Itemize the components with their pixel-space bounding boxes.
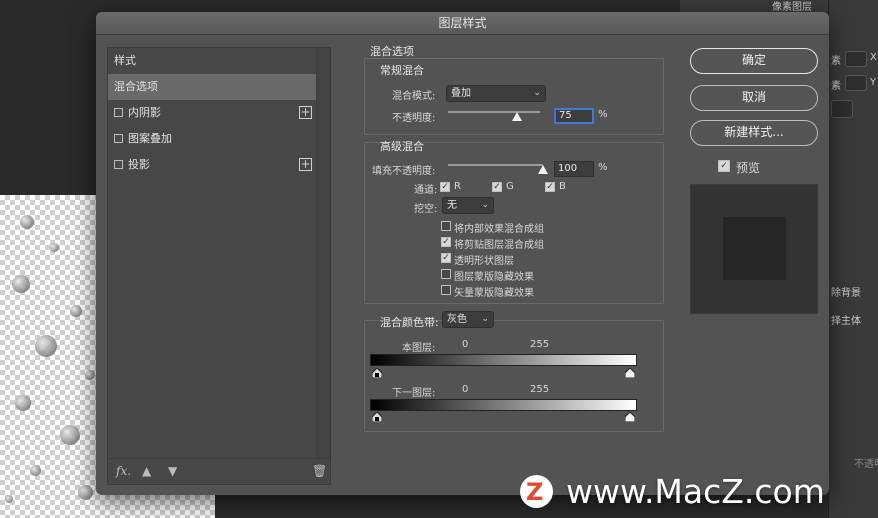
- style-item-pattern-overlay[interactable]: 图案叠加: [108, 126, 318, 152]
- inner-shadow-checkbox[interactable]: [114, 108, 123, 117]
- underlying-layer-max: 255: [530, 384, 550, 395]
- knockout-select[interactable]: 无 ⌄: [442, 197, 494, 214]
- ok-button[interactable]: 确定: [690, 48, 818, 74]
- cancel-button[interactable]: 取消: [690, 85, 818, 111]
- select-subject-button[interactable]: 择主体: [831, 312, 861, 327]
- opacity-slider[interactable]: [448, 111, 540, 113]
- blend-if-label: 混合颜色带:: [380, 316, 439, 329]
- option-label: 图层蒙版隐藏效果: [454, 272, 534, 283]
- chevron-down-icon: ⌄: [481, 314, 489, 324]
- style-item-label: 内阴影: [128, 106, 161, 119]
- percent-sign: %: [598, 162, 608, 173]
- blend-if-value: 灰色: [447, 314, 467, 325]
- this-layer-label: 本图层:: [402, 343, 436, 354]
- channel-r-checkbox[interactable]: ✓: [440, 182, 450, 192]
- this-layer-max: 255: [530, 339, 550, 350]
- this-layer-white-stop[interactable]: [625, 368, 635, 378]
- fill-opacity-input[interactable]: 100: [554, 161, 594, 177]
- preview-checkbox[interactable]: ✓: [718, 160, 730, 172]
- macz-logo: Z: [520, 475, 553, 508]
- channel-b-label: B: [559, 181, 566, 192]
- underlying-layer-min: 0: [462, 384, 469, 395]
- new-style-button[interactable]: 新建样式...: [690, 120, 818, 146]
- channel-r-label: R: [454, 181, 461, 192]
- remove-background-button[interactable]: 除背景: [831, 284, 861, 299]
- channels-label: 通道:: [414, 185, 438, 196]
- chevron-down-icon: ⌄: [533, 88, 541, 98]
- opacity-slider-thumb[interactable]: [512, 112, 522, 121]
- drop-shadow-checkbox[interactable]: [114, 160, 123, 169]
- styles-list: 样式 混合选项 内阴影 + 图案叠加 投影 + fx. ▲ ▼ 🗑: [107, 47, 331, 485]
- preview-swatch: [723, 217, 786, 280]
- knockout-label: 挖空:: [414, 204, 438, 215]
- style-item-blend-options[interactable]: 混合选项: [108, 74, 318, 100]
- fx-icon[interactable]: fx.: [116, 464, 131, 478]
- add-inner-shadow-icon[interactable]: +: [299, 106, 312, 119]
- knockout-value: 无: [447, 200, 457, 211]
- trash-icon[interactable]: 🗑: [312, 464, 327, 478]
- blend-mode-label: 混合模式:: [392, 91, 436, 102]
- blend-mode-select[interactable]: 叠加 ⌄: [446, 85, 546, 102]
- option-label: 矢量蒙版隐藏效果: [454, 288, 534, 299]
- style-item-inner-shadow[interactable]: 内阴影 +: [108, 100, 318, 126]
- channel-b-checkbox[interactable]: ✓: [545, 182, 555, 192]
- blend-if-group: [364, 320, 664, 432]
- layer-mask-hides-checkbox[interactable]: [441, 269, 451, 279]
- layer-style-dialog: 图层样式 样式 混合选项 内阴影 + 图案叠加 投影 + fx. ▲ ▼ 🗑 混…: [96, 12, 829, 495]
- layer-opacity-label: 不透明: [854, 459, 878, 470]
- y-input[interactable]: [845, 75, 867, 91]
- blend-clipped-layers-checkbox[interactable]: ✓: [441, 237, 451, 247]
- panel-label: 素: [831, 81, 841, 92]
- panel-label: 素: [831, 56, 841, 67]
- move-down-icon[interactable]: ▼: [168, 464, 177, 478]
- general-blending-title: 常规混合: [380, 64, 424, 77]
- watermark-text: www.MacZ.com: [566, 472, 825, 511]
- vector-mask-hides-checkbox[interactable]: [441, 285, 451, 295]
- styles-scrollbar[interactable]: [316, 48, 330, 460]
- option-label: 将内部效果混合成组: [454, 224, 544, 235]
- style-item-drop-shadow[interactable]: 投影 +: [108, 152, 318, 178]
- underlying-layer-label: 下一图层:: [392, 388, 436, 399]
- option-label: 透明形状图层: [454, 256, 514, 267]
- properties-panel: 素 X 素 Y 除背景 择主体 不透明: [828, 0, 878, 518]
- style-preview: [690, 184, 818, 314]
- move-up-icon[interactable]: ▲: [142, 464, 151, 478]
- fill-opacity-label: 填充不透明度:: [372, 166, 436, 177]
- style-item-label: 图案叠加: [128, 132, 172, 145]
- fill-opacity-slider[interactable]: [448, 164, 543, 166]
- styles-footer: fx. ▲ ▼ 🗑: [108, 458, 330, 484]
- channel-g-checkbox[interactable]: ✓: [492, 182, 502, 192]
- blend-options-title: 混合选项: [370, 45, 414, 58]
- this-layer-gradient: [370, 354, 637, 366]
- style-item-label: 投影: [128, 158, 150, 171]
- opacity-label: 不透明度:: [392, 113, 436, 124]
- dialog-title: 图层样式: [96, 12, 829, 35]
- transparency-shapes-checkbox[interactable]: ✓: [441, 253, 451, 263]
- preview-label: 预览: [736, 161, 761, 175]
- x-label: X: [870, 52, 877, 63]
- y-label: Y: [870, 77, 877, 88]
- option-label: 将剪贴图层混合成组: [454, 240, 544, 251]
- panel-dropdown[interactable]: [831, 100, 853, 118]
- x-input[interactable]: [845, 51, 867, 67]
- underlying-layer-gradient: [370, 399, 637, 411]
- chevron-down-icon: ⌄: [481, 200, 489, 210]
- advanced-blending-title: 高级混合: [380, 140, 424, 153]
- opacity-input[interactable]: 75: [554, 108, 594, 124]
- style-item-label: 混合选项: [114, 80, 158, 93]
- blend-interior-effects-checkbox[interactable]: [441, 221, 451, 231]
- this-layer-black-stop[interactable]: [372, 368, 382, 378]
- logo-letter: Z: [526, 478, 544, 506]
- this-layer-min: 0: [462, 339, 469, 350]
- styles-header[interactable]: 样式: [108, 48, 318, 74]
- percent-sign: %: [598, 109, 608, 120]
- add-drop-shadow-icon[interactable]: +: [299, 158, 312, 171]
- underlying-layer-white-stop[interactable]: [625, 412, 635, 422]
- pattern-overlay-checkbox[interactable]: [114, 134, 123, 143]
- blend-if-select[interactable]: 灰色 ⌄: [442, 311, 494, 328]
- channel-g-label: G: [506, 181, 514, 192]
- underlying-layer-black-stop[interactable]: [372, 412, 382, 422]
- fill-opacity-slider-thumb[interactable]: [538, 165, 548, 174]
- blend-mode-value: 叠加: [451, 88, 471, 99]
